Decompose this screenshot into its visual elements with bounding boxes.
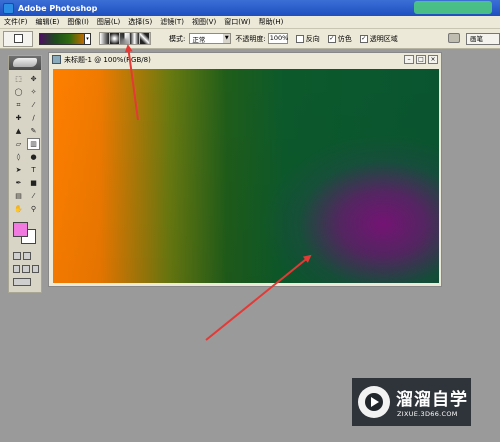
dither-checkbox[interactable]: ✓ 仿色 [327, 34, 352, 44]
canvas[interactable] [53, 69, 439, 283]
minimize-icon[interactable]: – [404, 55, 414, 64]
canvas-shade [53, 69, 439, 283]
slice-icon[interactable]: ⁄ [27, 99, 40, 111]
magic-wand-icon[interactable]: ✧ [27, 86, 40, 98]
toolbox: ⬚ ✥ ◯ ✧ ⌗ ⁄ ✚ ∕ ▲ ✎ ▱ ▥ ◊ ● ➤ T ✒ ■ ▤ ⁄ … [8, 55, 42, 293]
hand-icon[interactable]: ✋ [12, 203, 25, 215]
reverse-checkbox[interactable]: 反向 [295, 34, 320, 44]
transparency-checkbox-box[interactable]: ✓ [359, 34, 368, 43]
radial-gradient-button[interactable] [110, 33, 120, 44]
transparency-label: 透明区域 [369, 34, 398, 43]
brushes-tab[interactable]: 画笔 [466, 33, 500, 45]
tool-preset-picker[interactable] [3, 30, 33, 47]
watermark-url: ZIXUE.3D66.COM [397, 410, 458, 418]
watermark: 溜溜自学 ZIXUE.3D66.COM [352, 378, 471, 426]
close-icon[interactable]: × [428, 55, 438, 64]
jump-row [13, 278, 39, 288]
full-screen-menu-icon[interactable] [22, 265, 30, 273]
photoshop-window: Adobe Photoshop 文件(F) 编辑(E) 图像(I) 图层(L) … [0, 0, 500, 442]
eraser-icon[interactable]: ▱ [12, 138, 25, 150]
angle-gradient-button[interactable] [120, 33, 130, 44]
stamp-icon[interactable]: ▲ [12, 125, 25, 137]
pen-icon[interactable]: ✒ [12, 177, 25, 189]
lasso-icon[interactable]: ◯ [12, 86, 25, 98]
gradient-dropdown-icon[interactable]: ▾ [85, 32, 91, 45]
feather-icon[interactable] [13, 58, 37, 67]
history-brush-icon[interactable]: ✎ [27, 125, 40, 137]
foreground-color-swatch[interactable] [13, 222, 28, 237]
reverse-checkbox-box[interactable] [295, 34, 304, 43]
gradient-tool-icon [13, 34, 23, 43]
linear-gradient-button[interactable] [100, 33, 110, 44]
maximize-icon[interactable]: □ [416, 55, 426, 64]
marquee-icon[interactable]: ⬚ [12, 73, 25, 85]
blur-icon[interactable]: ◊ [12, 151, 25, 163]
full-screen-icon[interactable] [31, 265, 39, 273]
reverse-label: 反向 [305, 34, 320, 43]
options-bar: ▾ 模式: 正常 ▼ 不透明度: 100% 反向 ✓ 仿色 ✓ 透明区域 画笔 [0, 29, 500, 49]
type-icon[interactable]: T [27, 164, 40, 176]
watermark-name: 溜溜自学 [396, 390, 468, 410]
window-controls: – □ × [404, 55, 438, 64]
taskbar-overlay [414, 1, 492, 14]
chevron-down-icon: ▼ [223, 34, 231, 43]
transparency-checkbox[interactable]: ✓ 透明区域 [359, 34, 398, 44]
gradient-picker[interactable] [39, 32, 85, 45]
menu-help[interactable]: 帮助(H) [255, 17, 288, 27]
move-icon[interactable]: ✥ [27, 73, 40, 85]
jump-to-imageready-icon[interactable] [13, 278, 31, 286]
notes-icon[interactable]: ▤ [12, 190, 25, 202]
gradient-type-group [99, 32, 151, 45]
opacity-label: 不透明度: [235, 34, 266, 43]
mode-select[interactable]: 正常 ▼ [189, 33, 232, 44]
shape-icon[interactable]: ■ [27, 177, 40, 189]
play-logo-icon [358, 386, 390, 418]
quick-mask-icon[interactable] [23, 252, 31, 260]
gradient-icon[interactable]: ▥ [27, 138, 40, 150]
dodge-icon[interactable]: ● [27, 151, 40, 163]
dither-checkbox-box[interactable]: ✓ [327, 34, 336, 43]
mode-label: 模式: [169, 34, 186, 43]
reflected-gradient-button[interactable] [130, 33, 140, 44]
menu-filter[interactable]: 滤镜(T) [156, 17, 188, 27]
diamond-gradient-button[interactable] [140, 33, 150, 44]
menu-image[interactable]: 图像(I) [63, 17, 93, 27]
zoom-icon[interactable]: ⚲ [27, 203, 40, 215]
menu-layer[interactable]: 图层(L) [93, 17, 124, 27]
dither-label: 仿色 [337, 34, 352, 43]
path-select-icon[interactable]: ➤ [12, 164, 25, 176]
menu-edit[interactable]: 编辑(E) [32, 17, 64, 27]
palette-well-button[interactable] [448, 31, 462, 45]
edit-mode-row [13, 252, 39, 262]
menu-view[interactable]: 视图(V) [188, 17, 220, 27]
palette-icon [448, 33, 460, 43]
document-title-bar[interactable]: 未标题-1 @ 100%(RGB/8) – □ × [49, 53, 441, 66]
menu-file[interactable]: 文件(F) [0, 17, 32, 27]
opacity-input[interactable]: 100% [267, 33, 288, 44]
tool-grid: ⬚ ✥ ◯ ✧ ⌗ ⁄ ✚ ∕ ▲ ✎ ▱ ▥ ◊ ● ➤ T ✒ ■ ▤ ⁄ … [12, 73, 40, 215]
title-bar: Adobe Photoshop [0, 0, 500, 16]
standard-mode-icon[interactable] [13, 252, 21, 260]
menu-window[interactable]: 窗口(W) [220, 17, 254, 27]
photoshop-icon [3, 2, 14, 14]
document-window: 未标题-1 @ 100%(RGB/8) – □ × [48, 52, 442, 287]
menu-select[interactable]: 选择(S) [124, 17, 156, 27]
document-icon [52, 55, 61, 64]
mode-value: 正常 [192, 35, 206, 44]
brush-icon[interactable]: ∕ [27, 112, 40, 124]
app-title: Adobe Photoshop [18, 3, 98, 13]
standard-screen-icon[interactable] [13, 265, 21, 273]
crop-icon[interactable]: ⌗ [12, 99, 25, 111]
color-swatches [13, 222, 39, 244]
document-title: 未标题-1 @ 100%(RGB/8) [64, 55, 151, 64]
menu-bar: 文件(F) 编辑(E) 图像(I) 图层(L) 选择(S) 滤镜(T) 视图(V… [0, 16, 500, 29]
screen-mode-row [13, 265, 39, 275]
eyedropper-icon[interactable]: ⁄ [27, 190, 40, 202]
healing-icon[interactable]: ✚ [12, 112, 25, 124]
